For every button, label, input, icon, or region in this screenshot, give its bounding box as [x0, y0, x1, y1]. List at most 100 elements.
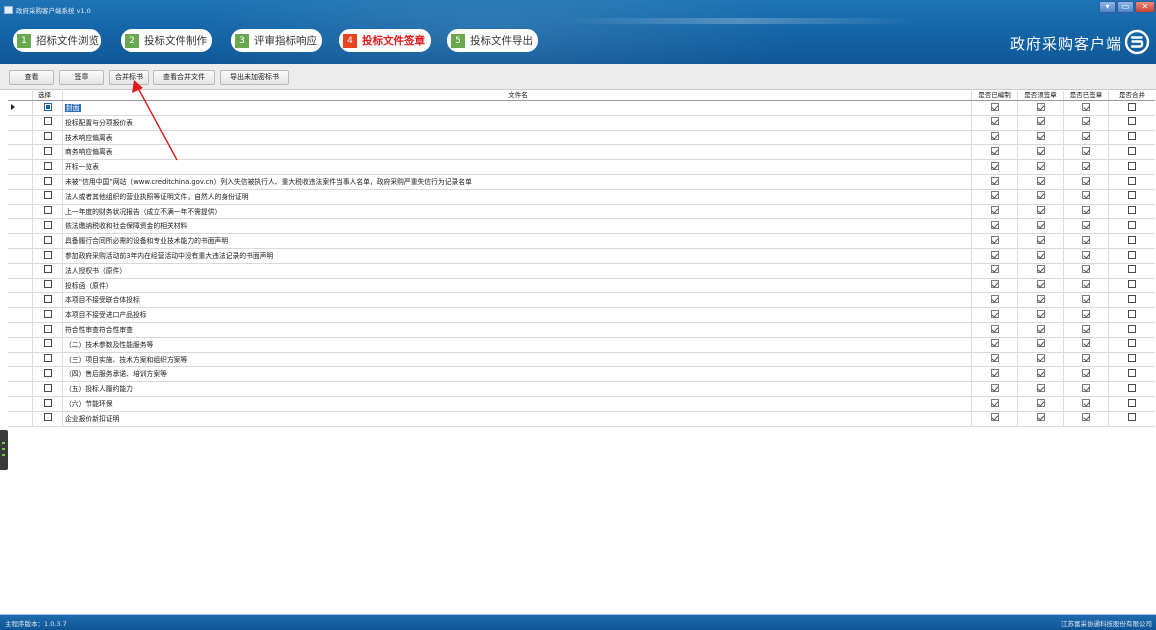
- compiled-checkbox[interactable]: [990, 250, 999, 259]
- needs-sign-checkbox[interactable]: [1036, 250, 1045, 259]
- step-tab-5[interactable]: 5 投标文件导出: [447, 29, 538, 52]
- column-header-merged[interactable]: 是否合并: [1109, 91, 1155, 100]
- select-checkbox[interactable]: [44, 146, 52, 155]
- merged-checkbox[interactable]: [1128, 235, 1136, 244]
- table-row[interactable]: 商务响应偏离表: [8, 145, 1155, 161]
- table-row[interactable]: 开标一览表: [8, 160, 1155, 175]
- file-name-cell[interactable]: 商务响应偏离表: [63, 145, 972, 160]
- merged-checkbox[interactable]: [1128, 324, 1136, 333]
- compiled-checkbox[interactable]: [990, 294, 999, 303]
- step-tab-3[interactable]: 3 评审指标响应: [231, 29, 322, 52]
- needs-sign-checkbox[interactable]: [1036, 398, 1045, 407]
- select-checkbox[interactable]: [44, 309, 52, 318]
- table-row[interactable]: （五）投标人履约能力: [8, 382, 1155, 397]
- file-name-cell[interactable]: 法人或者其他组织的营业执照等证明文件，自然人的身份证明: [63, 189, 972, 204]
- compiled-checkbox[interactable]: [990, 117, 999, 126]
- file-name-cell[interactable]: 依法缴纳税收和社会保障资金的相关材料: [63, 219, 972, 234]
- compiled-checkbox[interactable]: [990, 398, 999, 407]
- step-tab-4-active[interactable]: 4 投标文件签章: [339, 29, 431, 52]
- signed-checkbox[interactable]: [1082, 220, 1090, 229]
- needs-sign-checkbox[interactable]: [1036, 413, 1045, 422]
- file-name-cell[interactable]: 具备履行合同所必需的设备和专业技术能力的书面声明: [63, 234, 972, 248]
- column-header-signed[interactable]: 是否已签章: [1064, 91, 1109, 100]
- file-name-cell[interactable]: （三）项目实施、技术方案和组织方案等: [63, 352, 972, 367]
- needs-sign-checkbox[interactable]: [1036, 176, 1045, 185]
- signed-checkbox[interactable]: [1082, 191, 1090, 200]
- compiled-checkbox[interactable]: [990, 161, 999, 170]
- file-name-cell[interactable]: （六）节能环保: [63, 397, 972, 411]
- view-button[interactable]: 查看: [9, 70, 54, 85]
- signed-checkbox[interactable]: [1082, 176, 1090, 185]
- compiled-checkbox[interactable]: [990, 354, 999, 363]
- signed-checkbox[interactable]: [1082, 265, 1090, 274]
- merged-checkbox[interactable]: [1128, 280, 1136, 289]
- step-tab-1[interactable]: 1 招标文件浏览: [13, 29, 101, 52]
- select-checkbox[interactable]: [44, 354, 52, 363]
- signed-checkbox[interactable]: [1082, 235, 1090, 244]
- select-checkbox[interactable]: [44, 339, 52, 348]
- needs-sign-checkbox[interactable]: [1036, 220, 1045, 229]
- signed-checkbox[interactable]: [1082, 339, 1090, 348]
- table-row[interactable]: 具备履行合同所必需的设备和专业技术能力的书面声明: [8, 234, 1155, 249]
- maximize-button[interactable]: ▭: [1117, 1, 1134, 13]
- merged-checkbox[interactable]: [1128, 191, 1136, 200]
- merged-checkbox[interactable]: [1128, 161, 1136, 170]
- merged-checkbox[interactable]: [1128, 354, 1136, 363]
- needs-sign-checkbox[interactable]: [1036, 235, 1045, 244]
- table-row[interactable]: 参加政府采购活动前3年内在经营活动中没有重大违法记录的书面声明: [8, 249, 1155, 264]
- needs-sign-checkbox[interactable]: [1036, 161, 1045, 170]
- file-name-cell[interactable]: 符合性审查符合性审查: [63, 323, 972, 337]
- column-header-needs-sign[interactable]: 是否须签章: [1018, 91, 1064, 100]
- select-checkbox[interactable]: [44, 250, 52, 259]
- compiled-checkbox[interactable]: [990, 413, 999, 422]
- select-checkbox[interactable]: [44, 294, 52, 303]
- select-checkbox[interactable]: [44, 235, 52, 244]
- file-name-cell[interactable]: 投标函（原件）: [63, 278, 972, 293]
- file-name-cell[interactable]: 本项目不接受联合体投标: [63, 293, 972, 308]
- compiled-checkbox[interactable]: [990, 324, 999, 333]
- table-row[interactable]: 本项目不接受进口产品投标: [8, 308, 1155, 323]
- merged-checkbox[interactable]: [1128, 339, 1136, 348]
- signed-checkbox[interactable]: [1082, 250, 1090, 259]
- signed-checkbox[interactable]: [1082, 146, 1090, 155]
- compiled-checkbox[interactable]: [990, 206, 999, 215]
- file-name-cell[interactable]: 本项目不接受进口产品投标: [63, 308, 972, 322]
- minimize-button[interactable]: ▾: [1099, 1, 1116, 13]
- file-name-cell[interactable]: 开标一览表: [63, 160, 972, 174]
- needs-sign-checkbox[interactable]: [1036, 309, 1045, 318]
- file-name-cell[interactable]: 技术响应偏离表: [63, 130, 972, 145]
- file-name-cell[interactable]: （四）售后服务承诺、培训方案等: [63, 367, 972, 382]
- select-checkbox[interactable]: [44, 413, 52, 422]
- merged-checkbox[interactable]: [1128, 413, 1136, 422]
- compiled-checkbox[interactable]: [990, 146, 999, 155]
- merged-checkbox[interactable]: [1128, 117, 1136, 126]
- merged-checkbox[interactable]: [1128, 132, 1136, 141]
- merged-checkbox[interactable]: [1128, 176, 1136, 185]
- merged-checkbox[interactable]: [1128, 146, 1136, 155]
- needs-sign-checkbox[interactable]: [1036, 191, 1045, 200]
- table-row[interactable]: 封面: [8, 101, 1155, 116]
- compiled-checkbox[interactable]: [990, 309, 999, 318]
- compiled-checkbox[interactable]: [990, 383, 999, 392]
- merge-bid-button[interactable]: 合并标书: [109, 70, 149, 85]
- needs-sign-checkbox[interactable]: [1036, 383, 1045, 392]
- table-row[interactable]: 符合性审查符合性审查: [8, 323, 1155, 338]
- merged-checkbox[interactable]: [1128, 220, 1136, 229]
- column-header-select[interactable]: 选择: [33, 91, 63, 100]
- signed-checkbox[interactable]: [1082, 324, 1090, 333]
- signed-checkbox[interactable]: [1082, 161, 1090, 170]
- compiled-checkbox[interactable]: [990, 235, 999, 244]
- select-checkbox[interactable]: [44, 220, 52, 229]
- signed-checkbox[interactable]: [1082, 132, 1090, 141]
- select-checkbox[interactable]: [44, 191, 52, 200]
- select-checkbox[interactable]: [44, 206, 52, 215]
- file-name-cell[interactable]: 封面: [63, 101, 972, 115]
- file-name-cell[interactable]: 企业报价新扣证明: [63, 411, 972, 426]
- sign-button[interactable]: 签章: [59, 70, 104, 85]
- file-name-cell[interactable]: 投标配置与分项报价表: [63, 115, 972, 130]
- table-row[interactable]: （三）项目实施、技术方案和组织方案等: [8, 352, 1155, 368]
- needs-sign-checkbox[interactable]: [1036, 339, 1045, 348]
- needs-sign-checkbox[interactable]: [1036, 102, 1045, 111]
- select-checkbox[interactable]: [44, 398, 52, 407]
- signed-checkbox[interactable]: [1082, 206, 1090, 215]
